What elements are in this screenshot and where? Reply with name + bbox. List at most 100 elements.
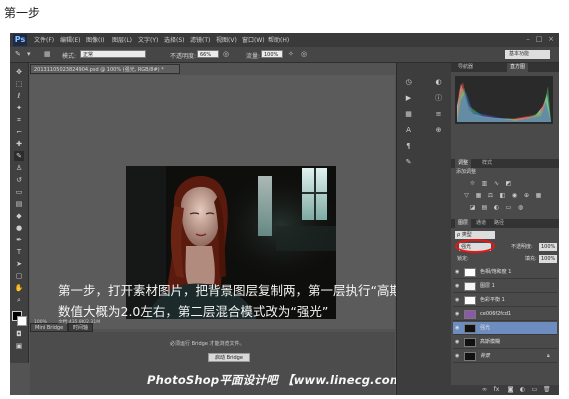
brush-presets-panel-icon[interactable]: ✎ — [403, 157, 414, 168]
curves-icon[interactable]: ∿ — [493, 180, 500, 187]
visibility-eye-icon[interactable]: ◉ — [455, 266, 462, 279]
tab-paths[interactable]: 路径 — [491, 219, 507, 228]
healing-brush-tool-icon[interactable]: ✚ — [14, 139, 24, 149]
history-panel-icon[interactable]: ◷ — [403, 77, 414, 88]
tab-layers[interactable]: 图层 — [455, 219, 472, 228]
pen-tool-icon[interactable]: ✒ — [14, 235, 24, 245]
gradient-tool-icon[interactable]: ▤ — [14, 199, 24, 209]
color-balance-icon[interactable]: ⚖ — [487, 192, 494, 199]
new-adjustment-icon[interactable]: ◐ — [519, 386, 526, 393]
threshold-icon[interactable]: ◐ — [493, 204, 500, 211]
tab-navigator[interactable]: 导航器 — [455, 63, 476, 72]
airbrush-icon[interactable]: ✧ — [288, 50, 294, 58]
quick-mask-icon[interactable]: ◘ — [14, 329, 24, 339]
link-layers-icon[interactable]: ∞ — [481, 386, 488, 393]
brightness-icon[interactable]: ☼ — [469, 180, 476, 187]
menu-window[interactable]: 窗口(W) — [242, 35, 265, 44]
hand-tool-icon[interactable]: ✋ — [14, 283, 24, 293]
history-brush-tool-icon[interactable]: ↺ — [14, 175, 24, 185]
close-icon[interactable]: × — [547, 35, 555, 43]
menu-filter[interactable]: 滤镜(T) — [190, 35, 210, 44]
swatches-panel-icon[interactable]: ▦ — [403, 109, 414, 120]
eyedropper-tool-icon[interactable]: ⌐ — [14, 127, 24, 137]
lasso-tool-icon[interactable]: ℓ — [14, 91, 24, 101]
marquee-tool-icon[interactable]: ⬚ — [14, 79, 24, 89]
invert-icon[interactable]: ◪ — [469, 204, 476, 211]
shape-tool-icon[interactable]: ▢ — [14, 271, 24, 281]
black-white-icon[interactable]: ◧ — [499, 192, 506, 199]
posterize-icon[interactable]: ▤ — [481, 204, 488, 211]
menu-help[interactable]: 帮助(H) — [268, 35, 289, 44]
workspace-switcher[interactable]: 基本功能 — [505, 50, 550, 59]
color-panel-icon[interactable]: ◐ — [433, 77, 444, 88]
menu-edit[interactable]: 编辑(E) — [60, 35, 80, 44]
new-group-icon[interactable]: ▭ — [531, 386, 538, 393]
mode-select[interactable]: 正常 — [80, 50, 146, 58]
layer-row[interactable]: ◉ 高斯模糊 — [453, 336, 557, 349]
crop-tool-icon[interactable]: ⌗ — [14, 115, 24, 125]
pressure-opacity-icon[interactable]: ◎ — [223, 50, 229, 58]
brush-panel-icon[interactable]: ▦ — [44, 50, 51, 58]
zoom-level[interactable]: 100% — [34, 320, 47, 325]
document-tab[interactable]: 20131105023824904.psd @ 100% (强光, RGB/8#… — [30, 64, 180, 74]
visibility-eye-icon[interactable]: ◉ — [455, 280, 462, 293]
quick-select-tool-icon[interactable]: ✦ — [14, 103, 24, 113]
layer-row[interactable]: ◉ 背景 🔒︎ — [453, 350, 557, 363]
visibility-eye-icon[interactable]: ◉ — [455, 322, 462, 335]
vibrance-icon[interactable]: ▽ — [463, 192, 470, 199]
menu-type[interactable]: 文字(Y) — [138, 35, 158, 44]
brush-preset-icon[interactable]: ▾ — [27, 50, 31, 58]
menu-file[interactable]: 文件(F) — [34, 35, 54, 44]
menu-view[interactable]: 视图(V) — [216, 35, 237, 44]
launch-bridge-button[interactable]: 启动 Bridge — [208, 353, 250, 362]
dodge-tool-icon[interactable]: ● — [14, 223, 24, 233]
layer-filter-select[interactable]: ρ 类型 — [455, 231, 495, 239]
layer-row[interactable]: ◉ ce006f2fcd1 — [453, 308, 557, 321]
properties-panel-icon[interactable]: ≡ — [433, 109, 444, 120]
minimize-icon[interactable]: – — [524, 35, 532, 43]
layer-style-icon[interactable]: fx — [493, 386, 500, 393]
zoom-tool-icon[interactable]: ⌕ — [14, 295, 24, 305]
flow-input[interactable]: 100% — [261, 50, 283, 58]
visibility-eye-icon[interactable]: ◉ — [455, 294, 462, 307]
menu-image[interactable]: 图像(I) — [86, 35, 104, 44]
background-color-swatch[interactable] — [17, 316, 27, 326]
layer-row-selected[interactable]: ◉ 强光 — [453, 322, 557, 335]
layer-opacity-input[interactable]: 100% — [539, 243, 557, 251]
levels-icon[interactable]: ▥ — [481, 180, 488, 187]
menu-select[interactable]: 选择(S) — [164, 35, 185, 44]
photo-filter-icon[interactable]: ◉ — [511, 192, 518, 199]
channel-mixer-icon[interactable]: ⊕ — [523, 192, 530, 199]
path-select-tool-icon[interactable]: ➤ — [14, 259, 24, 269]
add-mask-icon[interactable]: ◙ — [507, 386, 514, 393]
layer-row[interactable]: ◉ 色彩平衡 1 — [453, 294, 557, 307]
brush-tool-active-icon[interactable]: ✎ — [14, 151, 24, 161]
brush-tool-icon[interactable]: ✎ — [15, 50, 21, 58]
visibility-eye-icon[interactable]: ◉ — [455, 350, 462, 363]
blur-tool-icon[interactable]: ◆ — [14, 211, 24, 221]
character-panel-icon[interactable]: A — [403, 125, 414, 136]
paragraph-panel-icon[interactable]: ¶ — [403, 141, 414, 152]
type-tool-icon[interactable]: T — [14, 247, 24, 257]
clone-stamp-tool-icon[interactable]: ♙ — [14, 163, 24, 173]
tab-histogram[interactable]: 直方图 — [507, 63, 529, 72]
visibility-eye-icon[interactable]: ◉ — [455, 308, 462, 321]
tab-adjustments[interactable]: 调整 — [455, 159, 472, 168]
selective-color-icon[interactable]: ◍ — [517, 204, 524, 211]
opacity-input[interactable]: 66% — [197, 50, 219, 58]
tab-channels[interactable]: 通道 — [473, 219, 489, 228]
fill-input[interactable]: 100% — [539, 255, 557, 263]
move-tool-icon[interactable]: ✥ — [14, 67, 24, 77]
menu-layer[interactable]: 图层(L) — [112, 35, 132, 44]
hue-saturation-icon[interactable]: ▦ — [475, 192, 482, 199]
layer-row[interactable]: ◉ 色相/饱和度 1 — [453, 266, 557, 279]
color-lookup-icon[interactable]: ▦ — [535, 192, 542, 199]
tab-styles[interactable]: 样式 — [479, 159, 495, 168]
gradient-map-icon[interactable]: ▭ — [505, 204, 512, 211]
layer-row[interactable]: ◉ 图层 1 — [453, 280, 557, 293]
delete-layer-icon[interactable]: 🗑︎ — [543, 386, 551, 393]
eraser-tool-icon[interactable]: ▭ — [14, 187, 24, 197]
info-panel-icon[interactable]: ⓘ — [433, 93, 444, 104]
exposure-icon[interactable]: ◩ — [505, 180, 512, 187]
pressure-size-icon[interactable]: ◎ — [301, 50, 307, 58]
